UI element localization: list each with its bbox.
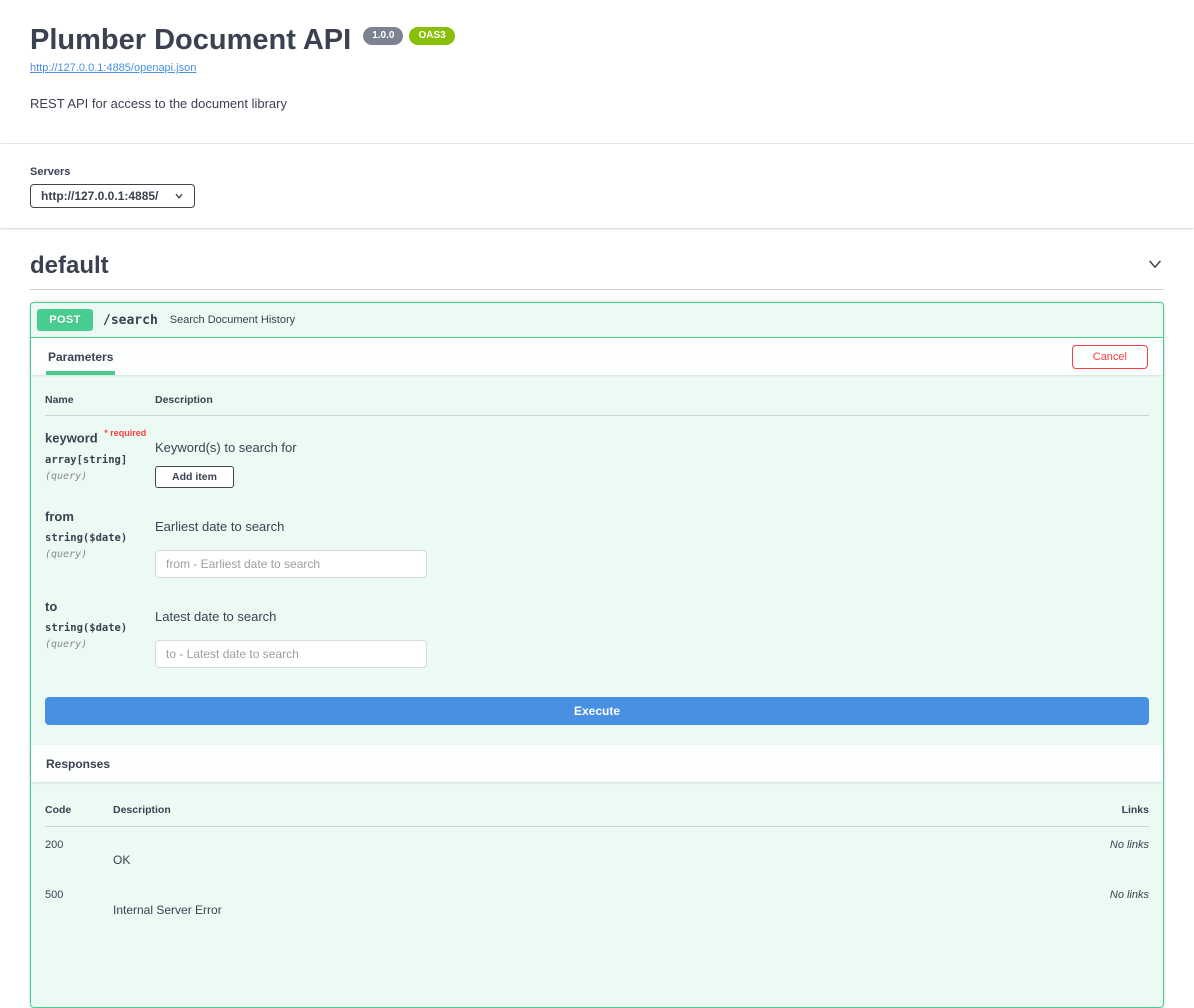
servers-select-value: http://127.0.0.1:4885/	[41, 189, 159, 204]
param-description-header: Description	[155, 394, 213, 407]
parameters-table: Name Description keyword * required arra…	[31, 375, 1163, 745]
servers-section: Servers http://127.0.0.1:4885/	[0, 144, 1194, 229]
param-description-cell: Keyword(s) to search for Add item	[155, 428, 1149, 489]
param-location: (query)	[45, 549, 88, 561]
param-name: to	[45, 599, 58, 615]
param-name-cell: from string($date) (query)	[45, 508, 155, 578]
response-row-200: 200 OK No links	[45, 827, 1149, 877]
tab-parameters[interactable]: Parameters	[46, 338, 116, 376]
tag-section: default POST /search Search Document His…	[0, 228, 1194, 1008]
responses-links-header: Links	[1121, 804, 1149, 817]
responses-section-header: Responses	[31, 745, 1163, 783]
servers-select[interactable]: http://127.0.0.1:4885/	[30, 184, 196, 209]
page-title: Plumber Document API	[30, 24, 352, 56]
parameters-section-header: Parameters Cancel	[31, 338, 1163, 376]
param-location: (query)	[45, 639, 88, 651]
operation-path: /search	[103, 312, 158, 328]
from-date-input[interactable]	[155, 550, 427, 579]
responses-table-header: Code Description Links	[45, 782, 1149, 828]
responses-table: Code Description Links 200 OK No links 5…	[31, 782, 1163, 1007]
param-row-keyword: keyword * required array[string] (query)…	[45, 416, 1149, 496]
param-name: from	[45, 509, 74, 525]
response-links: No links	[1109, 839, 1149, 852]
param-description-cell: Latest date to search	[155, 598, 1149, 669]
add-item-button[interactable]: Add item	[155, 466, 234, 489]
param-row-from: from string($date) (query) Earliest date…	[45, 496, 1149, 586]
param-type: array[string]	[45, 453, 128, 466]
api-description: REST API for access to the document libr…	[30, 96, 287, 112]
response-row-500: 500 Internal Server Error No links	[45, 877, 1149, 927]
tag-header-default[interactable]: default	[30, 252, 1164, 291]
param-description: Keyword(s) to search for	[155, 440, 297, 456]
parameters-table-header: Name Description	[45, 375, 1149, 417]
operation-body: Parameters Cancel Name Description keywo…	[31, 338, 1163, 1007]
param-type: string($date)	[45, 622, 128, 635]
operation-summary-text: Search Document History	[169, 314, 296, 327]
http-method-badge: POST	[37, 309, 93, 332]
opblock-post-search: POST /search Search Document History Par…	[30, 302, 1164, 1008]
to-date-input[interactable]	[155, 640, 427, 669]
operation-summary[interactable]: POST /search Search Document History	[31, 303, 1163, 339]
execute-wrapper: Execute	[45, 676, 1149, 745]
param-name: keyword	[45, 430, 98, 446]
cancel-button[interactable]: Cancel	[1071, 344, 1148, 369]
execute-button[interactable]: Execute	[45, 697, 1149, 726]
chevron-down-icon[interactable]	[1146, 255, 1164, 278]
responses-title: Responses	[46, 756, 111, 771]
servers-label: Servers	[30, 166, 71, 179]
parameters-tab-label: Parameters	[48, 349, 114, 364]
response-code: 200	[45, 839, 64, 852]
response-code: 500	[45, 889, 64, 902]
api-title-row: Plumber Document API 1.0.0 OAS3	[30, 24, 1164, 57]
responses-code-header: Code	[45, 804, 72, 817]
tag-title: default	[30, 252, 109, 280]
oas3-badge: OAS3	[409, 27, 455, 45]
param-description: Earliest date to search	[155, 519, 285, 535]
chevron-down-icon	[174, 191, 184, 201]
api-info-section: Plumber Document API 1.0.0 OAS3 http://1…	[0, 0, 1194, 145]
param-location: (query)	[45, 470, 88, 482]
responses-description-header: Description	[113, 804, 171, 817]
param-row-to: to string($date) (query) Latest date to …	[45, 586, 1149, 676]
param-name-cell: keyword * required array[string] (query)	[45, 428, 155, 488]
swagger-ui-page: Plumber Document API 1.0.0 OAS3 http://1…	[0, 0, 1194, 1008]
param-type: string($date)	[45, 532, 128, 545]
response-links: No links	[1109, 889, 1149, 902]
openapi-spec-link[interactable]: http://127.0.0.1:4885/openapi.json	[30, 62, 196, 74]
param-required-marker: * required	[104, 428, 147, 439]
api-badges: 1.0.0 OAS3	[363, 27, 455, 45]
param-description-cell: Earliest date to search	[155, 508, 1149, 579]
param-name-header: Name	[45, 394, 74, 407]
response-description: OK	[113, 853, 131, 868]
response-description: Internal Server Error	[113, 903, 222, 918]
param-description: Latest date to search	[155, 609, 277, 625]
version-badge: 1.0.0	[363, 27, 404, 45]
param-name-cell: to string($date) (query)	[45, 598, 155, 668]
